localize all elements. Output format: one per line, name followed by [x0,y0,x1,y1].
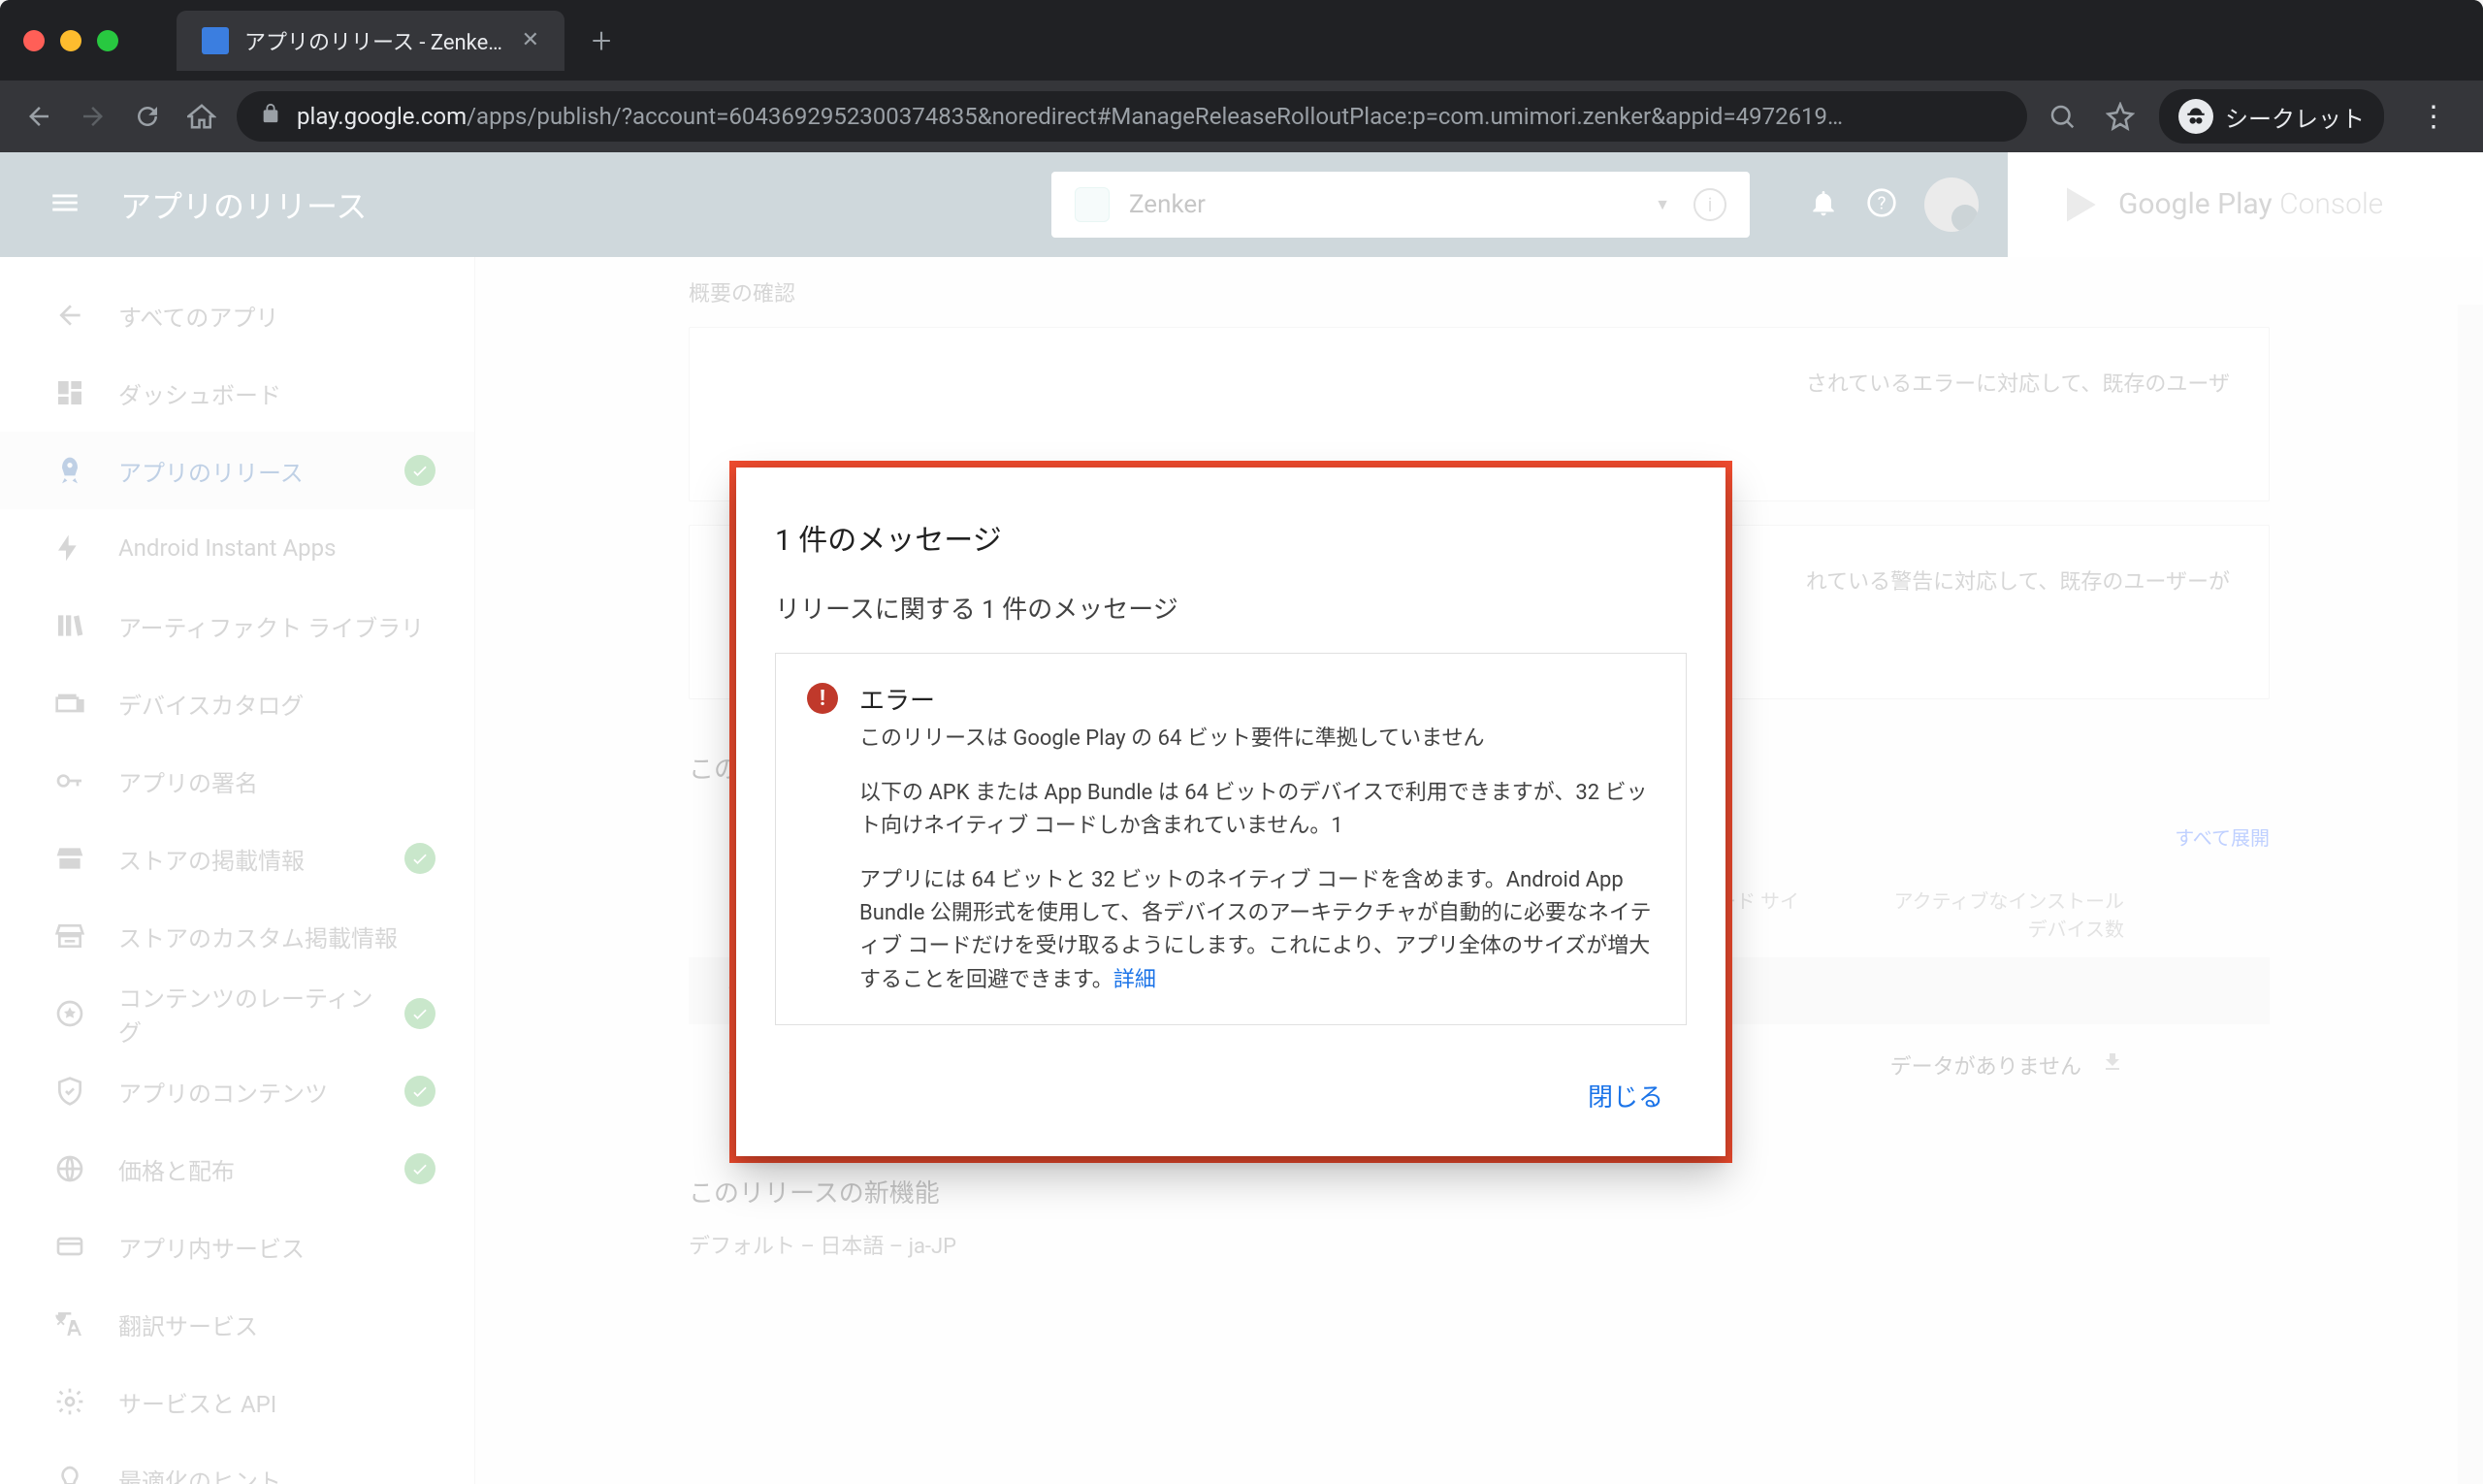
tab-favicon-icon [202,27,229,54]
error-message-box: ! エラー このリリースは Google Play の 64 ビット要件に準拠し… [775,653,1687,1025]
forward-button[interactable] [74,97,113,136]
window-close-button[interactable] [23,30,45,51]
window-maximize-button[interactable] [97,30,118,51]
home-button[interactable] [182,97,221,136]
url-path: /apps/publish/?account=60436929523003748… [467,103,1843,130]
browser-tab-bar: アプリのリリース - Zenker - Go ✕ + [0,0,2483,81]
error-heading: エラー [859,681,1655,717]
bookmark-star-icon[interactable] [2101,97,2140,136]
details-link[interactable]: 詳細 [1113,968,1156,992]
lock-icon [260,103,281,130]
reload-button[interactable] [128,97,167,136]
address-input[interactable]: play.google.com/apps/publish/?account=60… [237,91,2027,142]
window-minimize-button[interactable] [60,30,81,51]
message-dialog: 1 件のメッセージ リリースに関する 1 件のメッセージ ! エラー このリリー… [729,461,1732,1163]
modal-title: 1 件のメッセージ [775,516,1687,559]
incognito-label: シークレット [2225,100,2365,134]
error-text-1: このリリースは Google Play の 64 ビット要件に準拠していません [859,723,1655,756]
new-tab-button[interactable]: + [592,20,611,61]
tab-close-icon[interactable]: ✕ [522,28,539,52]
incognito-icon [2178,99,2213,134]
error-text-2: 以下の APK または App Bundle は 64 ビットのデバイスで利用で… [859,777,1655,843]
modal-subtitle: リリースに関する 1 件のメッセージ [775,590,1687,626]
browser-menu-button[interactable]: ⋮ [2403,100,2464,134]
window-controls [23,30,157,51]
browser-toolbar: play.google.com/apps/publish/?account=60… [0,81,2483,152]
tab-title: アプリのリリース - Zenker - Go [244,25,506,56]
url-domain: play.google.com [297,103,467,130]
back-button[interactable] [19,97,58,136]
search-in-page-icon[interactable] [2043,97,2081,136]
error-icon: ! [807,683,838,714]
browser-tab[interactable]: アプリのリリース - Zenker - Go ✕ [177,11,564,71]
close-button[interactable]: 閉じる [1564,1064,1687,1127]
error-text-3: アプリには 64 ビットと 32 ビットのネイティブ コードを含めます。Andr… [859,864,1655,996]
incognito-badge[interactable]: シークレット [2159,89,2384,144]
